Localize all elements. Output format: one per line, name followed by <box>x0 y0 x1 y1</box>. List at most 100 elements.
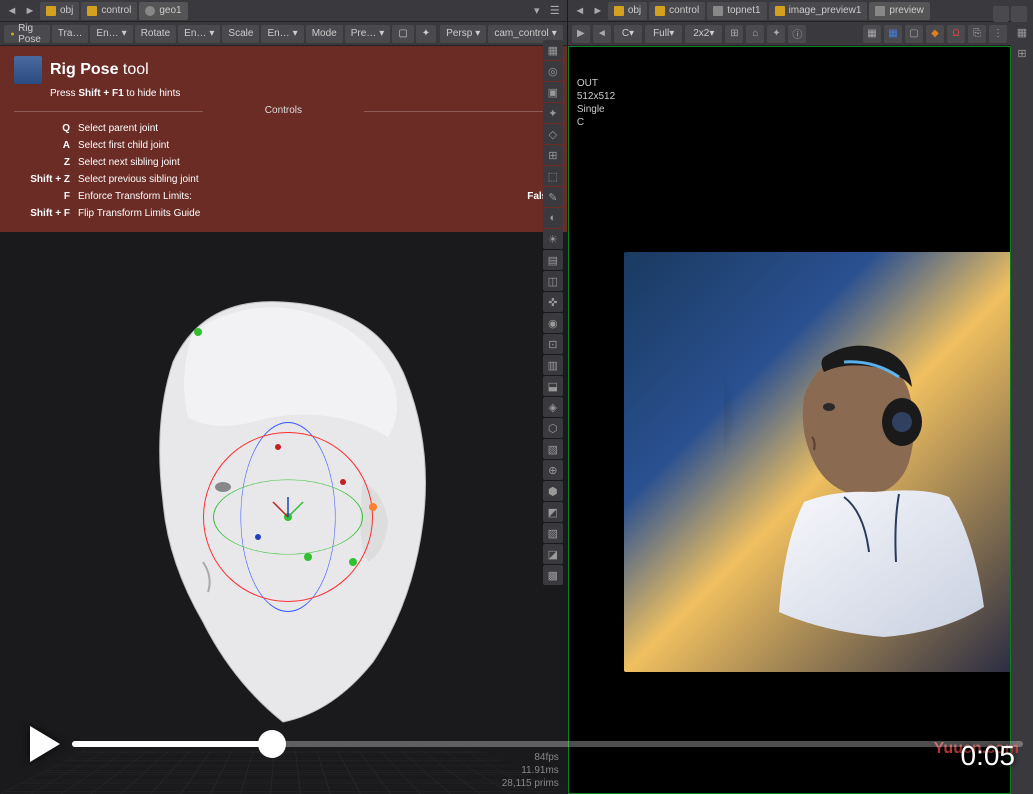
side-tool-icon[interactable]: ⊞ <box>543 145 563 165</box>
side-tool-icon[interactable]: ☀ <box>543 229 563 249</box>
render-tool-icon[interactable]: ◆ <box>926 25 944 43</box>
tab-control[interactable]: control <box>81 2 137 20</box>
side-tool-icon[interactable]: ◈ <box>543 397 563 417</box>
right-gutter-toolbar: ◐ ▦ ⊞ <box>1011 0 1033 794</box>
side-tool-icon[interactable]: ⬡ <box>543 418 563 438</box>
enable-button-3[interactable]: En… ▾ <box>261 25 303 43</box>
side-tool-icon[interactable]: ◎ <box>543 61 563 81</box>
box-icon <box>655 6 665 16</box>
shortcut-row: ASelect first child joint <box>14 137 553 154</box>
side-tool-icon[interactable]: ◪ <box>543 544 563 564</box>
joint-markers <box>63 252 503 772</box>
render-start-icon[interactable]: ▶ <box>572 25 590 43</box>
side-tool-icon[interactable]: ⬓ <box>543 376 563 396</box>
network-icon <box>875 6 885 16</box>
network-icon <box>713 6 723 16</box>
shortcut-row: QSelect parent joint <box>14 120 553 137</box>
side-tool-icon[interactable]: ▧ <box>543 439 563 459</box>
side-tool-icon[interactable]: ◉ <box>543 313 563 333</box>
viewport-3d[interactable]: 84fps 11.91ms 28,115 prims <box>0 232 567 794</box>
side-tool-icon[interactable]: ✦ <box>543 103 563 123</box>
character-head <box>63 252 503 772</box>
chevron-down-icon[interactable]: ▾ <box>529 3 545 19</box>
rendered-figure <box>724 312 1004 652</box>
side-tool-icon[interactable]: ▣ <box>543 82 563 102</box>
tab-geo1[interactable]: geo1 <box>139 2 187 20</box>
render-tool-icon[interactable]: ⓘ <box>788 25 806 43</box>
tab-topnet[interactable]: topnet1 <box>707 2 766 20</box>
pane-menu-icon[interactable]: ☰ <box>547 3 563 19</box>
right-nav-bar: ◄ ► obj control topnet1 image_preview1 p… <box>568 0 1011 22</box>
enable-button-1[interactable]: En… ▾ <box>90 25 132 43</box>
rigpose-icon <box>14 56 42 84</box>
tool-square-button[interactable]: ▢ <box>392 25 413 43</box>
channel-select[interactable]: C ▾ <box>614 25 642 43</box>
render-toolbar: ▶ ◄ C ▾ Full ▾ 2x2 ▾ ⊞ ⌂ ✦ ⓘ ▦ ▦ ▢ ◆ Ω ⎘… <box>568 22 1011 46</box>
back-arrow-icon[interactable]: ◄ <box>572 3 588 19</box>
side-tool-icon[interactable]: ◫ <box>543 271 563 291</box>
scale-button[interactable]: Scale <box>222 25 259 43</box>
left-nav-bar: ◄ ► obj control geo1 ▾ ☰ <box>0 0 567 22</box>
side-tool-icon[interactable]: ⬢ <box>543 481 563 501</box>
viewport-toolbar: Rig Pose Tra… En… ▾ Rotate En… ▾ Scale E… <box>0 22 567 46</box>
rotate-button[interactable]: Rotate <box>135 25 176 43</box>
side-tool-icon[interactable]: ▦ <box>543 40 563 60</box>
pre-button[interactable]: Pre… ▾ <box>345 25 391 43</box>
side-tool-icon[interactable]: ✜ <box>543 292 563 312</box>
mode-button[interactable]: Mode <box>306 25 343 43</box>
shortcut-row: Shift + FFlip Transform Limits Guide <box>14 205 553 222</box>
tab-obj[interactable]: obj <box>40 2 79 20</box>
render-tool-icon[interactable]: ▢ <box>905 25 923 43</box>
render-tool-icon[interactable]: ⊞ <box>725 25 743 43</box>
tab-obj[interactable]: obj <box>608 2 647 20</box>
viewport-stats: 84fps 11.91ms 28,115 prims <box>502 751 559 790</box>
video-time: 0:05 <box>961 740 1016 772</box>
grid-select[interactable]: 2x2 ▾ <box>685 25 722 43</box>
render-tool-icon[interactable]: ✦ <box>767 25 785 43</box>
render-output-image <box>624 252 1011 672</box>
magnet-icon[interactable]: Ω <box>947 25 965 43</box>
render-tool-icon[interactable]: ⋮ <box>989 25 1007 43</box>
side-tool-icon[interactable]: ◐ <box>543 208 563 228</box>
rigpose-tool-button[interactable]: Rig Pose <box>4 25 50 43</box>
side-tool-icon[interactable]: ▩ <box>543 565 563 585</box>
back-arrow-icon[interactable]: ◄ <box>4 3 20 19</box>
side-tool-icon[interactable]: ⊕ <box>543 460 563 480</box>
side-tool-icon[interactable]: ▥ <box>543 355 563 375</box>
tab-image-preview[interactable]: image_preview1 <box>769 2 868 20</box>
gutter-tool-icon[interactable]: ⊞ <box>1012 43 1032 63</box>
render-tool-icon[interactable]: ⌂ <box>746 25 764 43</box>
pane-menu-icon[interactable] <box>1011 6 1027 22</box>
render-back-icon[interactable]: ◄ <box>593 25 611 43</box>
shortcut-row: FEnforce Transform Limits:False <box>14 188 553 205</box>
render-tool-icon[interactable]: ▦ <box>863 25 881 43</box>
forward-arrow-icon[interactable]: ► <box>22 3 38 19</box>
side-tool-icon[interactable]: ◇ <box>543 124 563 144</box>
box-icon <box>614 6 624 16</box>
tab-control[interactable]: control <box>649 2 705 20</box>
translate-button[interactable]: Tra… <box>52 25 89 43</box>
fit-select[interactable]: Full ▾ <box>645 25 682 43</box>
persp-dropdown[interactable]: Persp▾ <box>440 25 486 43</box>
side-tool-icon[interactable]: ⊡ <box>543 334 563 354</box>
pane-pin-icon[interactable] <box>993 6 1009 22</box>
box-icon <box>775 6 785 16</box>
tab-preview[interactable]: preview <box>869 2 929 20</box>
rigpose-panel: Rig Pose tool Press Shift + F1 to hide h… <box>0 46 567 232</box>
side-tool-icon[interactable]: ⬚ <box>543 166 563 186</box>
side-tool-icon[interactable]: ◩ <box>543 502 563 522</box>
gutter-tool-icon[interactable]: ▦ <box>1012 22 1032 42</box>
side-tool-icon[interactable]: ▤ <box>543 250 563 270</box>
render-tool-icon[interactable]: ⎘ <box>968 25 986 43</box>
rigpose-hint: Press Shift + F1 to hide hints <box>50 88 553 99</box>
forward-arrow-icon[interactable]: ► <box>590 3 606 19</box>
controls-divider: Controls <box>14 105 553 116</box>
render-viewport[interactable]: OUT 512x512 Single C <box>568 46 1011 794</box>
rigpose-title: Rig Pose tool <box>50 61 149 79</box>
render-tool-icon[interactable]: ▦ <box>884 25 902 43</box>
render-info: OUT 512x512 Single C <box>577 77 615 129</box>
side-tool-icon[interactable]: ▨ <box>543 523 563 543</box>
side-tool-icon[interactable]: ✎ <box>543 187 563 207</box>
enable-button-2[interactable]: En… ▾ <box>178 25 220 43</box>
tool-compass-button[interactable]: ✦ <box>416 25 436 43</box>
